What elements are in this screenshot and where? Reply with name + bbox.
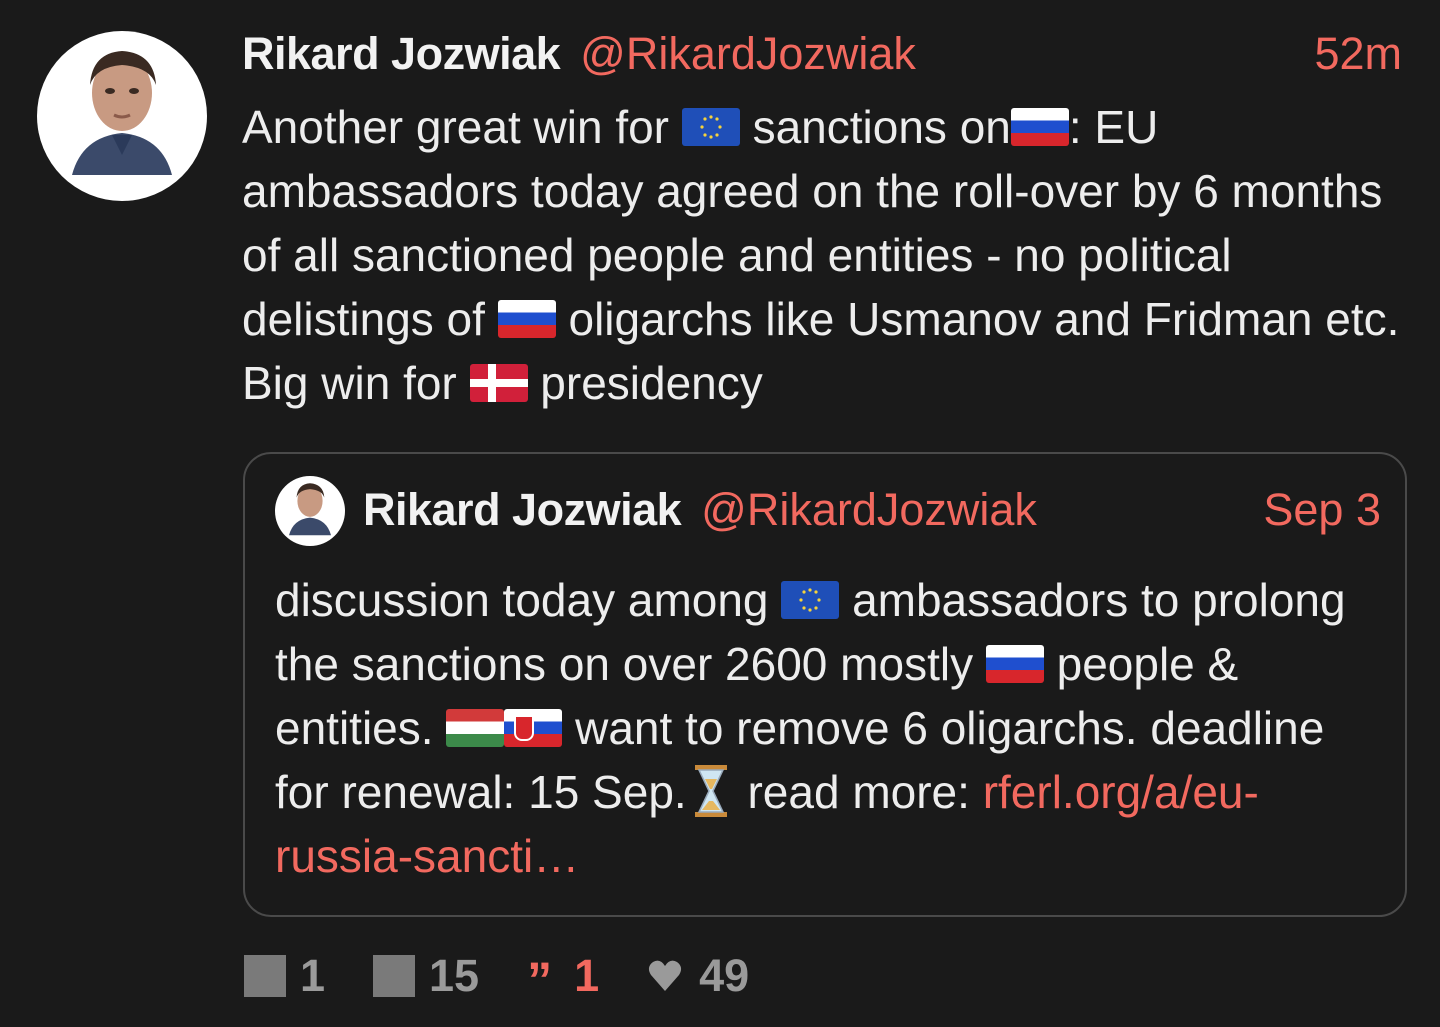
author-name[interactable]: Rikard Jozwiak [242,28,561,80]
tweet[interactable]: Rikard Jozwiak @RikardJozwiak 52m Anothe… [0,0,1440,1027]
quote-button[interactable]: ” 1 [527,950,600,1008]
russia-flag-icon [497,299,556,338]
avatar-portrait [72,51,172,175]
heart-icon [649,960,682,991]
tweet-actions: 1 15 ” 1 49 [244,948,797,1008]
quote-icon: ” [527,952,553,1008]
quoted-text-segment: read more: [734,766,983,818]
repost-count: 15 [429,950,480,1001]
avatar-portrait [289,483,331,536]
tweet-text-segment: sanctions on [739,101,1011,153]
quoted-author-name[interactable]: Rikard Jozwiak [363,484,682,536]
like-button[interactable]: 49 [647,950,749,1002]
eu-flag-icon [681,107,740,146]
repost-button[interactable]: 15 [373,950,479,1002]
author-handle[interactable]: @RikardJozwiak [580,28,916,80]
hourglass-icon [694,764,727,817]
repost-icon [373,955,416,997]
tweet-header: Rikard Jozwiak @RikardJozwiak 52m [242,26,1402,82]
quoted-tweet-header: Rikard Jozwiak @RikardJozwiak Sep 3 [363,482,1381,538]
author-avatar[interactable] [37,31,207,201]
tweet-text-segment: presidency [527,357,763,409]
eu-flag-icon [781,580,840,619]
reply-count: 1 [300,950,326,1001]
tweet-timestamp[interactable]: 52m [1314,28,1402,80]
slovakia-flag-icon [504,708,563,747]
like-count: 49 [699,950,750,1001]
hungary-flag-icon [446,708,505,747]
russia-flag-icon [985,644,1044,683]
quoted-tweet-body: discussion today among ambassadors to pr… [275,568,1385,888]
reply-button[interactable]: 1 [244,950,325,1002]
quoted-text-segment: discussion today among [275,574,782,626]
quoted-author-handle[interactable]: @RikardJozwiak [701,484,1037,536]
tweet-text-segment: Another great win for [242,101,682,153]
russia-flag-icon [1010,107,1069,146]
quoted-tweet[interactable]: Rikard Jozwiak @RikardJozwiak Sep 3 disc… [243,452,1407,917]
denmark-flag-icon [469,363,528,402]
tweet-body: Another great win for sanctions on: EU a… [242,95,1412,415]
reply-icon [244,955,286,997]
quote-count: 1 [574,950,600,1001]
quoted-tweet-timestamp[interactable]: Sep 3 [1263,484,1381,536]
quoted-author-avatar[interactable] [275,476,345,546]
